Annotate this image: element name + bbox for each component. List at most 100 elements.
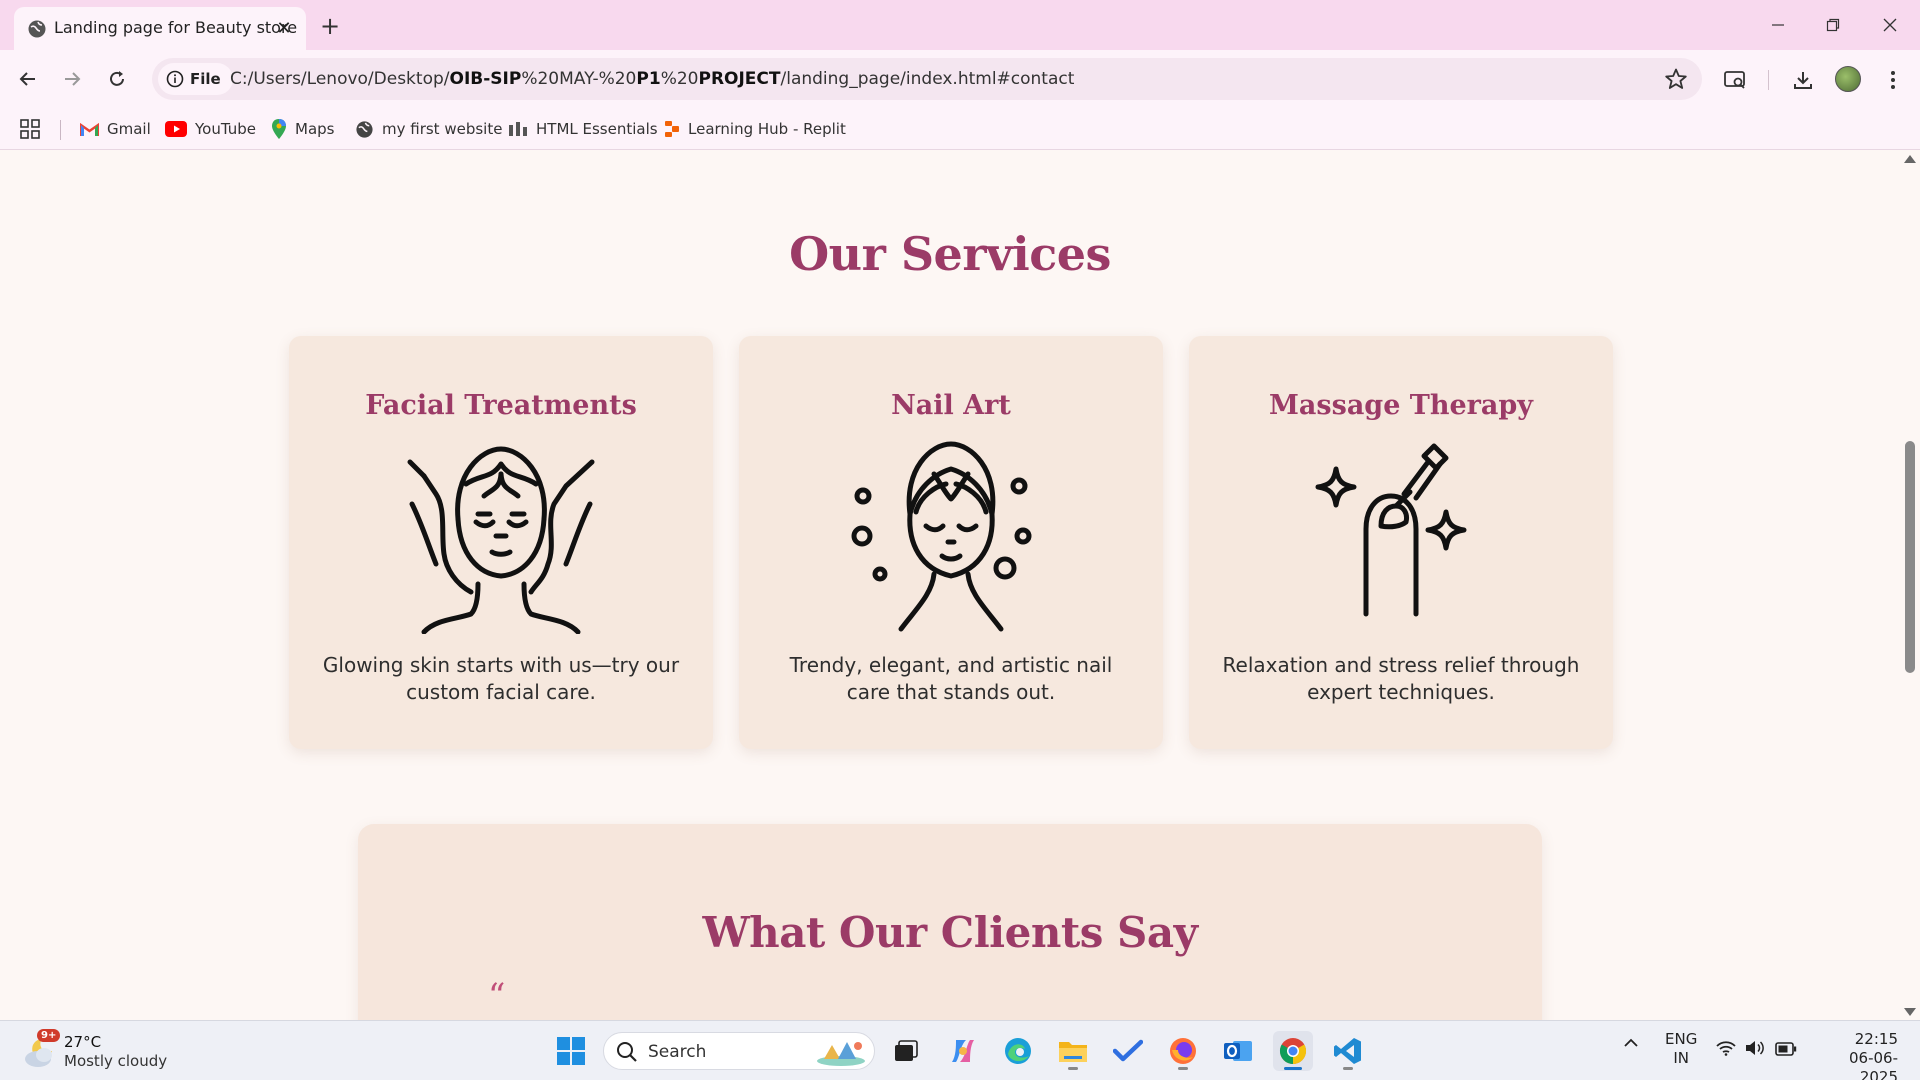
new-tab-button[interactable]: + — [316, 12, 344, 40]
page-viewport: Our Services Facial Treatments Glowing s… — [0, 151, 1920, 1020]
globe-icon — [356, 120, 373, 138]
service-card-massage-therapy: Massage Therapy Relaxation and stress re… — [1189, 336, 1613, 749]
taskbar-task-view[interactable] — [886, 1031, 926, 1071]
info-icon — [166, 70, 184, 88]
download-icon — [1794, 72, 1812, 89]
taskbar-firefox[interactable] — [1163, 1031, 1203, 1071]
windows-logo-icon — [557, 1037, 585, 1065]
minimize-icon — [1772, 24, 1784, 26]
bookmark-youtube[interactable]: YouTube — [165, 117, 256, 141]
language-indicator[interactable]: ENG IN — [1665, 1030, 1697, 1068]
quote-mark: “ — [488, 976, 506, 1016]
bookmark-html-essentials[interactable]: HTML Essentials — [508, 117, 658, 141]
service-card-description: Trendy, elegant, and artistic nail care … — [789, 653, 1113, 704]
globe-icon — [28, 20, 46, 38]
scroll-up-arrow-icon[interactable] — [1904, 155, 1916, 163]
taskbar-vscode[interactable] — [1328, 1031, 1368, 1071]
wifi-icon — [1716, 1041, 1736, 1056]
arrow-left-icon — [19, 72, 35, 86]
system-clock[interactable]: 22:15 06-06-2025 — [1812, 1030, 1898, 1080]
show-hidden-icons-button[interactable] — [1623, 1035, 1639, 1055]
service-card-facial-treatments: Facial Treatments Glowing skin starts wi… — [289, 336, 713, 749]
search-placeholder: Search — [648, 1042, 707, 1062]
service-card-description: Glowing skin starts with us—try our cust… — [322, 653, 680, 704]
service-card-title: Nail Art — [891, 390, 1011, 421]
search-highlight-icon — [817, 1042, 865, 1066]
close-window-button[interactable] — [1870, 10, 1910, 40]
bookmark-my-first-website[interactable]: my first website — [355, 117, 502, 141]
downloads-button[interactable] — [1789, 66, 1817, 94]
restore-icon — [1826, 18, 1840, 32]
taskbar-copilot[interactable] — [943, 1031, 983, 1071]
running-indicator — [1343, 1067, 1353, 1070]
browser-menu-button[interactable] — [1879, 66, 1907, 94]
youtube-icon — [165, 121, 187, 137]
minimize-button[interactable] — [1758, 10, 1798, 40]
arrow-right-icon — [65, 72, 81, 86]
firefox-icon — [1170, 1038, 1196, 1064]
bookmark-label: HTML Essentials — [536, 120, 658, 138]
task-view-icon — [895, 1040, 918, 1061]
page-scrollbar[interactable] — [1900, 151, 1920, 1020]
service-card-nail-art: Nail Art Trendy, elegant, and artistic n… — [739, 336, 1163, 749]
language-code: ENG — [1665, 1030, 1698, 1048]
bookmark-star-icon[interactable] — [1664, 67, 1688, 91]
network-button[interactable] — [1716, 1040, 1736, 1060]
battery-button[interactable] — [1775, 1041, 1797, 1060]
bookmark-label: Gmail — [107, 120, 151, 138]
active-indicator — [1284, 1067, 1302, 1070]
weather-description: Mostly cloudy — [64, 1052, 168, 1070]
taskbar-chrome[interactable] — [1273, 1031, 1313, 1071]
more-vertical-icon — [1891, 71, 1895, 89]
screen-search-icon — [1724, 71, 1745, 89]
url-segment: /landing_page/index.html#contact — [780, 69, 1075, 89]
browser-tab[interactable]: Landing page for Beauty store ✕ — [14, 7, 306, 50]
taskbar-todo[interactable] — [1108, 1031, 1148, 1071]
url-segment: P1 — [636, 69, 661, 89]
back-button[interactable] — [13, 64, 43, 94]
tab-close-button[interactable]: ✕ — [272, 16, 296, 40]
taskbar-file-explorer[interactable] — [1053, 1031, 1093, 1071]
taskbar-edge[interactable] — [998, 1031, 1038, 1071]
close-icon — [1883, 18, 1897, 32]
apps-button[interactable] — [20, 117, 40, 141]
restore-button[interactable] — [1813, 10, 1853, 40]
url-segment: %20 — [660, 69, 699, 89]
bookmark-site-icon — [509, 122, 527, 136]
clock-time: 22:15 — [1854, 1030, 1898, 1048]
toolbar-divider — [1768, 70, 1769, 90]
weather-temperature: 27°C — [64, 1033, 102, 1051]
bookmark-learning-hub-replit[interactable]: Learning Hub - Replit — [664, 117, 846, 141]
site-info-chip[interactable]: File — [158, 63, 233, 95]
gmail-icon — [80, 122, 99, 136]
browser-toolbar: File C:/Users/Lenovo/Desktop/OIB-SIP%20M… — [0, 50, 1920, 108]
weather-widget[interactable]: 9+ 27°C Mostly cloudy — [20, 1029, 180, 1073]
reload-button[interactable] — [102, 64, 132, 94]
volume-button[interactable] — [1745, 1040, 1765, 1060]
outlook-icon — [1224, 1041, 1252, 1061]
scroll-down-arrow-icon[interactable] — [1904, 1008, 1916, 1016]
clock-date: 06-06-2025 — [1849, 1049, 1898, 1080]
profile-avatar[interactable] — [1835, 66, 1861, 92]
address-bar[interactable]: File C:/Users/Lenovo/Desktop/OIB-SIP%20M… — [152, 58, 1702, 100]
bookmark-label: Maps — [295, 120, 335, 138]
vscode-icon — [1334, 1038, 1361, 1064]
nail-polish-icon — [1315, 443, 1467, 617]
service-card-description: Relaxation and stress relief through exp… — [1222, 653, 1580, 704]
chevron-up-icon — [1624, 1038, 1638, 1047]
facial-treatment-icon — [407, 446, 595, 634]
running-indicator — [1178, 1067, 1188, 1070]
forward-button[interactable] — [57, 64, 87, 94]
url-segment: PROJECT — [698, 69, 781, 89]
taskbar-outlook[interactable] — [1218, 1031, 1258, 1071]
folder-icon — [1059, 1042, 1087, 1062]
cast-search-button[interactable] — [1721, 66, 1749, 94]
start-button[interactable] — [551, 1031, 591, 1071]
scrollbar-thumb[interactable] — [1905, 441, 1915, 673]
copilot-icon — [952, 1040, 974, 1062]
bookmark-gmail[interactable]: Gmail — [80, 117, 151, 141]
taskbar-search[interactable]: Search — [603, 1032, 875, 1070]
bookmark-maps[interactable]: Maps — [271, 117, 334, 141]
services-heading: Our Services — [789, 227, 1111, 281]
url-segment: C:/Users/Lenovo/Desktop/ — [230, 69, 450, 89]
